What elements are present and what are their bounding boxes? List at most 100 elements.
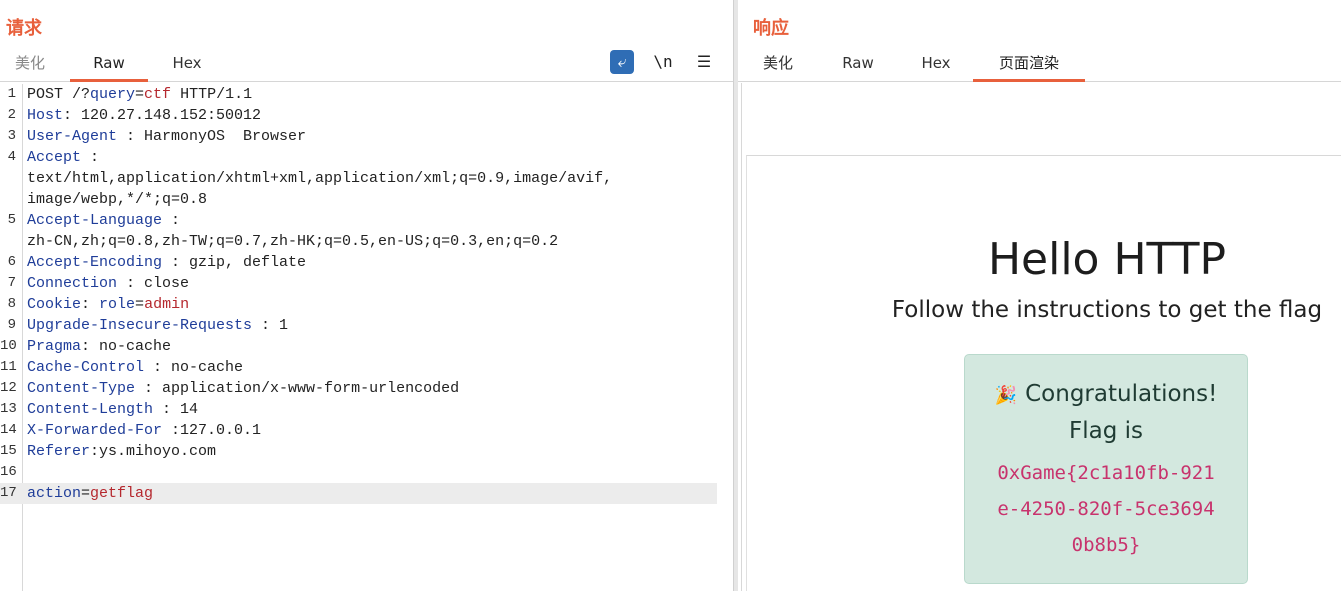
line-number: 2 [7,107,16,123]
line-code: image/webp,*/*;q=0.8 [27,189,207,210]
line-number: 5 [7,212,16,228]
response-title: 响应 [753,18,789,39]
line-number: 17 [0,485,17,501]
line-code: Cache-Control : no-cache [27,357,243,378]
line-number: 16 [0,464,17,480]
code-line[interactable]: zh-CN,zh;q=0.8,zh-TW;q=0.7,zh-HK;q=0.5,e… [0,231,717,252]
line-code: Connection : close [27,273,189,294]
line-code: Content-Length : 14 [27,399,198,420]
code-line[interactable]: image/webp,*/*;q=0.8 [0,189,717,210]
param-value: getflag [90,485,154,502]
code-text: :ys.mihoyo.com [90,443,217,460]
code-text: = [135,86,145,103]
tab-render[interactable]: 页面渲染 [973,48,1085,82]
param-name: role [99,296,136,313]
line-number: 4 [7,149,16,165]
tab-pretty[interactable]: 美化 [4,48,56,79]
code-line[interactable]: 11 Cache-Control : no-cache [0,357,717,378]
line-code: Accept-Encoding : gzip, deflate [27,252,306,273]
request-editor[interactable]: 1 POST /?query=ctf HTTP/1.1 2 Host: 120.27.… [0,84,733,591]
code-line[interactable]: 8 Cookie: role=admin [0,294,717,315]
request-pane: 请求 美化 Raw Hex ⤶ \n ☰ 1 POST /?query=ctf H… [0,0,733,591]
code-line[interactable]: 10 Pragma: no-cache [0,336,717,357]
line-code: POST /?query=ctf HTTP/1.1 [27,84,252,105]
line-number: 14 [0,422,17,438]
code-line[interactable]: 15 Referer:ys.mihoyo.com [0,441,717,462]
code-line[interactable]: 4 Accept : [0,147,717,168]
header-name: Content-Type [27,380,136,397]
header-name: Content-Length [27,401,154,418]
menu-icon[interactable]: ☰ [692,50,716,74]
code-text: text/html,application/xhtml+xml,applicat… [27,170,613,187]
response-pane: 响应 美化 Raw Hex 页面渲染 Hello HTTP Follow the… [738,0,1341,591]
code-line[interactable]: text/html,application/xhtml+xml,applicat… [0,168,717,189]
line-number: 12 [0,380,17,396]
code-line[interactable]: 14 X-Forwarded-For :127.0.0.1 [0,420,717,441]
tab-pretty[interactable]: 美化 [750,48,806,79]
code-text: : close [117,275,190,292]
code-line[interactable]: 1 POST /?query=ctf HTTP/1.1 [0,84,717,105]
code-line[interactable]: 16 [0,462,717,483]
code-line[interactable]: 2 Host: 120.27.148.152:50012 [0,105,717,126]
line-code: Referer:ys.mihoyo.com [27,441,216,462]
code-line[interactable]: 3 User-Agent : HarmonyOS Browser [0,126,717,147]
code-line[interactable]: 6 Accept-Encoding : gzip, deflate [0,252,717,273]
code-text: : HarmonyOS Browser [117,128,307,145]
param-value: admin [144,296,190,313]
code-text: : 14 [153,401,199,418]
code-line[interactable]: 7 Connection : close [0,273,717,294]
code-text: : gzip, deflate [162,254,307,271]
code-text: HTTP/1.1 [171,86,253,103]
line-number: 15 [0,443,17,459]
code-text: = [135,296,145,313]
tab-raw[interactable]: Raw [830,48,886,79]
flag-label: Flag is [1069,418,1143,444]
code-text: :127.0.0.1 [162,422,262,439]
param-name: query [90,86,136,103]
header-name: User-Agent [27,128,118,145]
code-line[interactable]: 12 Content-Type : application/x-www-form-… [0,378,717,399]
party-popper-icon: 🎉 [994,385,1018,406]
line-number: 3 [7,128,16,144]
header-name: Pragma [27,338,82,355]
param-value: ctf [144,86,172,103]
code-text: image/webp,*/*;q=0.8 [27,191,208,208]
code-line[interactable]: 13 Content-Length : 14 [0,399,717,420]
param-name: action [27,485,82,502]
header-name: Referer [27,443,91,460]
line-code: Accept-Language : [27,210,180,231]
code-text: : no-cache [81,338,172,355]
header-name: Accept-Encoding [27,254,163,271]
line-code: Upgrade-Insecure-Requests : 1 [27,315,288,336]
tab-hex[interactable]: Hex [160,48,214,79]
wrap-lines-icon[interactable]: ⤶ [610,50,634,74]
alert-line-congrats: 🎉 Congratulations! [965,381,1247,407]
flag-value: 0xGame{2c1a10fb-921e-4250-820f-5ce36940b… [997,462,1215,556]
header-name: Host [27,107,64,124]
line-code: User-Agent : HarmonyOS Browser [27,126,306,147]
code-line[interactable]: 17 action=getflag [0,483,717,504]
line-number: 6 [7,254,16,270]
code-text: : 1 [252,317,289,334]
line-code: Pragma: no-cache [27,336,171,357]
code-line[interactable]: 5 Accept-Language : [0,210,717,231]
show-newlines-button[interactable]: \n [651,50,675,74]
line-number: 7 [7,275,16,291]
line-code: text/html,application/xhtml+xml,applicat… [27,168,612,189]
congrats-text: Congratulations! [1025,381,1218,407]
header-name: X-Forwarded-For [27,422,163,439]
code-text: : no-cache [144,359,244,376]
tab-hex[interactable]: Hex [908,48,964,79]
line-code: zh-CN,zh;q=0.8,zh-TW;q=0.7,zh-HK;q=0.5,e… [27,231,558,252]
line-code: Cookie: role=admin [27,294,189,315]
code-text: : [81,149,100,166]
header-name: Accept [27,149,82,166]
code-line[interactable]: 9 Upgrade-Insecure-Requests : 1 [0,315,717,336]
header-name: Accept-Language [27,212,163,229]
code-text: = [81,485,91,502]
tab-raw[interactable]: Raw [70,48,148,82]
rendered-page: Hello HTTP Follow the instructions to ge… [746,155,1341,591]
line-number: 1 [7,86,16,102]
code-text: : 120.27.148.152:50012 [63,107,262,124]
code-text: POST /? [27,86,91,103]
